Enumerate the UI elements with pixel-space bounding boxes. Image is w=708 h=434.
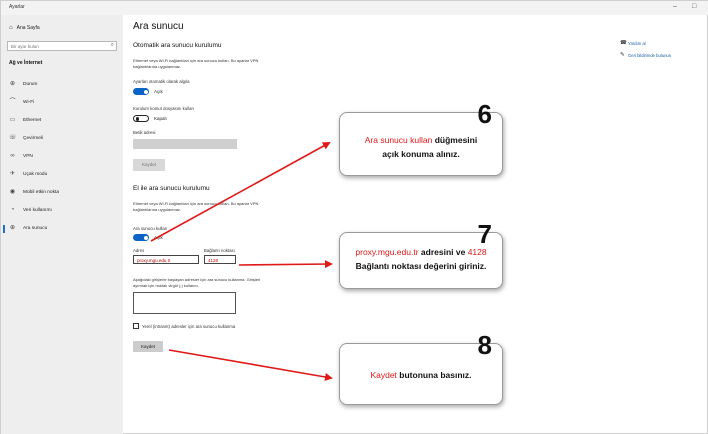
feedback-link-label: Geri bildirimde bulunun xyxy=(628,53,672,58)
sidebar-item-proxy[interactable]: ⊕ Ara sunucu xyxy=(1,223,123,235)
globe-icon: ⊕ xyxy=(9,81,16,87)
callout-step-6: 6 Ara sunucu kullan düğmesini açık konum… xyxy=(339,99,503,176)
hotspot-icon: ◉ xyxy=(9,189,16,195)
exceptions-desc-1: Aşağıdaki girişlerle başlayan adresler i… xyxy=(133,277,261,282)
port-input[interactable]: 4128 xyxy=(204,255,236,264)
callout-text: adresini ve xyxy=(418,247,468,257)
airplane-icon: ✈ xyxy=(9,171,16,177)
page-title: Ara sunucu xyxy=(133,21,184,32)
search-placeholder: Bir ayar bulun xyxy=(11,44,39,49)
script-address-label: Betik adresi xyxy=(133,130,156,135)
home-link[interactable]: ⌂ Ana Sayfa xyxy=(9,25,40,31)
callout-text-line-1: Kaydet butonuna basınız. xyxy=(340,369,502,382)
sidebar-item-ethernet[interactable]: ▭ Ethernet xyxy=(1,115,123,127)
use-proxy-label: Ara sunucu kullan xyxy=(133,226,168,231)
use-proxy-toggle[interactable] xyxy=(133,234,149,241)
vpn-icon: ∞ xyxy=(10,153,15,159)
sidebar-item-wifi[interactable]: ⌒ Wi-Fi xyxy=(1,97,123,109)
minimize-button[interactable]: – xyxy=(673,3,677,11)
sidebar-item-vpn[interactable]: ∞ VPN xyxy=(1,151,123,163)
auto-detect-label: Ayarları otomatik olarak algıla xyxy=(133,79,190,84)
setup-script-state: Kapalı xyxy=(154,116,167,121)
sidebar-item-label: Veri kullanımı xyxy=(23,208,52,213)
exceptions-desc-2: ayırmak için noktalı virgül (;) kullanın… xyxy=(133,283,199,288)
sidebar-item-data-usage[interactable]: ◔ Veri kullanımı xyxy=(1,205,123,217)
home-label: Ana Sayfa xyxy=(16,25,40,31)
address-label: Adres xyxy=(133,248,145,253)
proxy-icon: ⊕ xyxy=(9,225,16,231)
sidebar-item-label: Wi-Fi xyxy=(23,100,35,105)
window-title: Ayarlar xyxy=(9,4,25,10)
auto-proxy-desc-2: bağlantılarına uygulanmaz. xyxy=(133,64,182,69)
manual-proxy-desc-1: Ethernet veya Wi-Fi bağlantıları için ar… xyxy=(133,201,259,206)
help-link[interactable]: ☎ Yardım al xyxy=(620,40,646,46)
help-link-label: Yardım al xyxy=(628,41,646,46)
local-bypass-checkbox[interactable] xyxy=(133,323,139,329)
callout-text-line-2: açık konuma alınız. xyxy=(382,149,460,159)
sidebar-item-label: VPN xyxy=(23,154,33,159)
callout-text: butonuna basınız. xyxy=(396,370,472,380)
settings-window: Ayarlar – □ ⌂ Ana Sayfa Bir ayar bulun ⌕ … xyxy=(0,0,708,434)
sidebar-item-label: Mobil etkin nokta xyxy=(23,190,59,195)
address-input[interactable]: proxy.mgu.edu.tr xyxy=(133,255,199,264)
local-bypass-label: Yerel (intranet) adresler için ara sunuc… xyxy=(142,324,236,329)
sidebar-item-label: Ara sunucu xyxy=(23,226,48,231)
auto-detect-state: Açık xyxy=(154,89,163,94)
auto-save-button[interactable]: Kaydet xyxy=(133,159,165,171)
sidebar: ⌂ Ana Sayfa Bir ayar bulun ⌕ Ağ ve İntern… xyxy=(1,15,123,434)
callout-text: düğmesini xyxy=(432,135,478,145)
callout-text-line-2: Bağlantı noktası değerini giriniz. xyxy=(355,261,487,271)
callout-highlight: Kaydet xyxy=(370,370,397,380)
search-icon: ⌕ xyxy=(110,42,114,48)
port-label: Bağlantı noktası xyxy=(204,248,235,253)
ethernet-icon: ▭ xyxy=(9,117,16,123)
callout-step-8: 8 Kaydet butonuna basınız. xyxy=(339,330,503,405)
callout-number: 8 xyxy=(477,330,492,360)
manual-save-button[interactable]: Kaydet xyxy=(133,341,163,352)
wifi-icon: ⌒ xyxy=(9,99,16,105)
callout-number: 6 xyxy=(477,99,492,129)
setup-script-toggle[interactable] xyxy=(133,115,149,122)
sidebar-item-durum[interactable]: ⊕ Durum xyxy=(1,79,123,91)
search-input[interactable]: Bir ayar bulun ⌕ xyxy=(7,41,117,51)
home-icon: ⌂ xyxy=(9,25,13,31)
sidebar-item-label: Uçak modu xyxy=(23,172,48,177)
callout-text-line-1: proxy.mgu.edu.tr adresini ve 4128 xyxy=(340,246,502,259)
sidebar-item-label: Durum xyxy=(23,82,38,87)
feedback-link[interactable]: ✎ Geri bildirimde bulunun xyxy=(620,52,672,58)
data-usage-icon: ◔ xyxy=(10,207,15,213)
dialup-icon: ☏ xyxy=(9,135,17,141)
sidebar-item-hotspot[interactable]: ◉ Mobil etkin nokta xyxy=(1,187,123,199)
auto-proxy-heading: Otomatik ara sunucu kurulumu xyxy=(133,42,222,49)
callout-step-7: 7 proxy.mgu.edu.tr adresini ve 4128 Bağl… xyxy=(339,219,503,289)
sidebar-item-label: Çevirmeli xyxy=(23,136,43,141)
feedback-icon: ✎ xyxy=(620,52,625,58)
title-bar: Ayarlar – □ xyxy=(1,1,708,15)
sidebar-item-dialup[interactable]: ☏ Çevirmeli xyxy=(1,133,123,145)
auto-proxy-desc-1: Ethernet veya Wi-Fi bağlantıları için ar… xyxy=(133,58,259,63)
sidebar-item-label: Ethernet xyxy=(23,118,42,123)
manual-proxy-heading: El ile ara sunucu kurulumu xyxy=(133,185,210,192)
callout-text-line-1: Ara sunucu kullan düğmesini xyxy=(340,134,502,147)
manual-proxy-desc-2: bağlantılarına uygulanmaz. xyxy=(133,207,182,212)
setup-script-label: Kurulum komut dosyasını kullan xyxy=(133,106,194,111)
help-icon: ☎ xyxy=(620,40,627,46)
auto-detect-toggle[interactable] xyxy=(133,88,149,95)
script-address-input[interactable] xyxy=(133,139,237,149)
maximize-button[interactable]: □ xyxy=(692,3,696,11)
exceptions-textarea[interactable] xyxy=(133,292,236,314)
callout-highlight: proxy.mgu.edu.tr xyxy=(355,247,419,257)
callout-highlight: Ara sunucu kullan xyxy=(364,135,433,145)
sidebar-section-title: Ağ ve İnternet xyxy=(9,60,43,66)
use-proxy-state: Açık xyxy=(154,235,163,240)
callout-highlight-2: 4128 xyxy=(467,247,487,257)
sidebar-item-airplane[interactable]: ✈ Uçak modu xyxy=(1,169,123,181)
